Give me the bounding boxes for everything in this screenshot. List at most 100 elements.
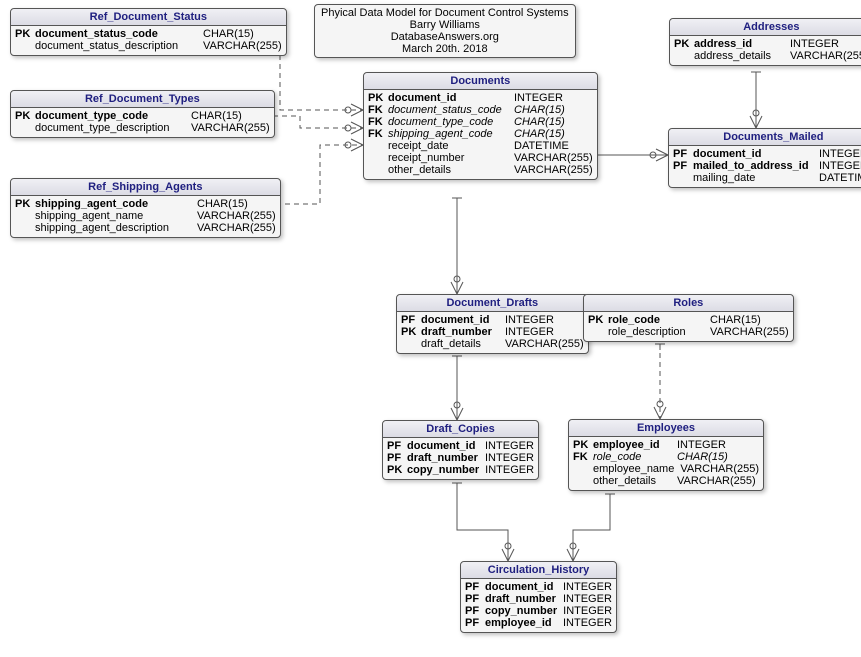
entity-body: PKemployee_idINTEGERFKrole_codeCHAR(15)e…	[569, 437, 763, 490]
column-key: PK	[387, 464, 407, 476]
entity-title: Employees	[569, 420, 763, 437]
entity-document-drafts: Document_Drafts PFdocument_idINTEGERPKdra…	[396, 294, 589, 354]
column-name: shipping_agent_name	[35, 210, 191, 222]
entity-column-row: document_status_description VARCHAR(255)	[15, 40, 282, 52]
entity-column-row: PFdocument_idINTEGER	[401, 314, 584, 326]
column-name: document_id	[407, 440, 479, 452]
column-type: VARCHAR(255)	[197, 222, 276, 234]
entity-title: Documents_Mailed	[669, 129, 861, 146]
column-key: FK	[368, 104, 388, 116]
entity-title: Document_Drafts	[397, 295, 588, 312]
column-key	[368, 140, 388, 152]
column-type: CHAR(15)	[514, 116, 565, 128]
column-type: INTEGER	[819, 160, 861, 172]
column-key: PF	[387, 452, 407, 464]
entity-column-row: employee_name VARCHAR(255)	[573, 463, 759, 475]
entity-column-row: PFdraft_numberINTEGER	[465, 593, 612, 605]
column-key	[674, 50, 694, 62]
entity-circulation-history: Circulation_HistoryPFdocument_idINTEGERP…	[460, 561, 617, 633]
column-name: document_status_description	[35, 40, 197, 52]
entity-column-row: FKrole_codeCHAR(15)	[573, 451, 759, 463]
column-type: INTEGER	[819, 148, 861, 160]
column-name: document_type_code	[35, 110, 185, 122]
column-key	[15, 40, 35, 52]
entity-ref-shipping-agents: Ref_Shipping_AgentsPKshipping_agent_code…	[10, 178, 281, 238]
column-type: VARCHAR(255)	[203, 40, 282, 52]
column-type: INTEGER	[485, 452, 534, 464]
column-key	[573, 475, 593, 487]
column-name: document_type_code	[388, 116, 508, 128]
entity-title: Documents	[364, 73, 597, 90]
entity-body: PKshipping_agent_codeCHAR(15)shipping_ag…	[11, 196, 280, 237]
column-key: PK	[15, 110, 35, 122]
entity-column-row: PKdraft_numberINTEGER	[401, 326, 584, 338]
column-key: PK	[401, 326, 421, 338]
column-name: shipping_agent_code	[388, 128, 508, 140]
column-type: CHAR(15)	[514, 104, 565, 116]
entity-column-row: role_descriptionVARCHAR(255)	[588, 326, 789, 338]
column-type: CHAR(15)	[514, 128, 565, 140]
entity-column-row: PKdocument_type_code CHAR(15)	[15, 110, 270, 122]
entity-column-row: receipt_dateDATETIME	[368, 140, 593, 152]
column-key	[15, 222, 35, 234]
column-key: PK	[368, 92, 388, 104]
column-name: role_description	[608, 326, 704, 338]
column-key	[673, 172, 693, 184]
column-name: document_status_code	[35, 28, 197, 40]
column-type: CHAR(15)	[203, 28, 254, 40]
title-line3: DatabaseAnswers.org	[321, 31, 569, 43]
column-name: mailed_to_address_id	[693, 160, 813, 172]
column-key	[368, 164, 388, 176]
title-line4: March 20th. 2018	[321, 43, 569, 55]
entity-column-row: draft_detailsVARCHAR(255)	[401, 338, 584, 350]
entity-column-row: address_detailsVARCHAR(255)	[674, 50, 861, 62]
column-key: PK	[15, 28, 35, 40]
entity-column-row: PKemployee_idINTEGER	[573, 439, 759, 451]
entity-column-row: other_detailsVARCHAR(255)	[368, 164, 593, 176]
entity-column-row: PKcopy_numberINTEGER	[387, 464, 534, 476]
column-key: PF	[673, 148, 693, 160]
column-key	[15, 122, 35, 134]
entity-title: Addresses	[670, 19, 861, 36]
column-type: VARCHAR(255)	[790, 50, 861, 62]
column-type: VARCHAR(255)	[514, 164, 593, 176]
entity-column-row: shipping_agent_nameVARCHAR(255)	[15, 210, 276, 222]
column-name: document_id	[388, 92, 508, 104]
column-key: PF	[465, 581, 485, 593]
entity-documents: DocumentsPKdocument_idINTEGERFKdocument_…	[363, 72, 598, 180]
column-key: PK	[674, 38, 694, 50]
column-type: INTEGER	[563, 581, 612, 593]
column-type: INTEGER	[563, 617, 612, 629]
column-type: VARCHAR(255)	[680, 463, 759, 475]
column-type: INTEGER	[563, 605, 612, 617]
column-name: document_type_description	[35, 122, 185, 134]
column-name: draft_number	[407, 452, 479, 464]
diagram-title-box: Phyical Data Model for Document Control …	[314, 4, 576, 58]
column-type: CHAR(15)	[710, 314, 761, 326]
entity-column-row: document_type_descriptionVARCHAR(255)	[15, 122, 270, 134]
entity-column-row: PKdocument_idINTEGER	[368, 92, 593, 104]
column-type: DATETIME	[819, 172, 861, 184]
column-key	[573, 463, 593, 475]
column-name: draft_number	[421, 326, 499, 338]
entity-column-row: mailing_dateDATETIME	[673, 172, 861, 184]
entity-body: PKdocument_idINTEGERFKdocument_status_co…	[364, 90, 597, 179]
column-key	[401, 338, 421, 350]
column-name: document_id	[485, 581, 557, 593]
entity-column-row: receipt_numberVARCHAR(255)	[368, 152, 593, 164]
column-type: INTEGER	[485, 464, 534, 476]
column-name: employee_name	[593, 463, 674, 475]
entity-column-row: other_detailsVARCHAR(255)	[573, 475, 759, 487]
column-type: CHAR(15)	[191, 110, 242, 122]
column-key	[15, 210, 35, 222]
column-type: DATETIME	[514, 140, 569, 152]
entity-column-row: PFemployee_idINTEGER	[465, 617, 612, 629]
column-key	[368, 152, 388, 164]
entity-column-row: PFdocument_idINTEGER	[387, 440, 534, 452]
column-name: employee_id	[485, 617, 557, 629]
column-type: CHAR(15)	[677, 451, 728, 463]
column-key: PF	[401, 314, 421, 326]
column-name: role_code	[608, 314, 704, 326]
column-key: PF	[465, 605, 485, 617]
column-name: other_details	[593, 475, 671, 487]
